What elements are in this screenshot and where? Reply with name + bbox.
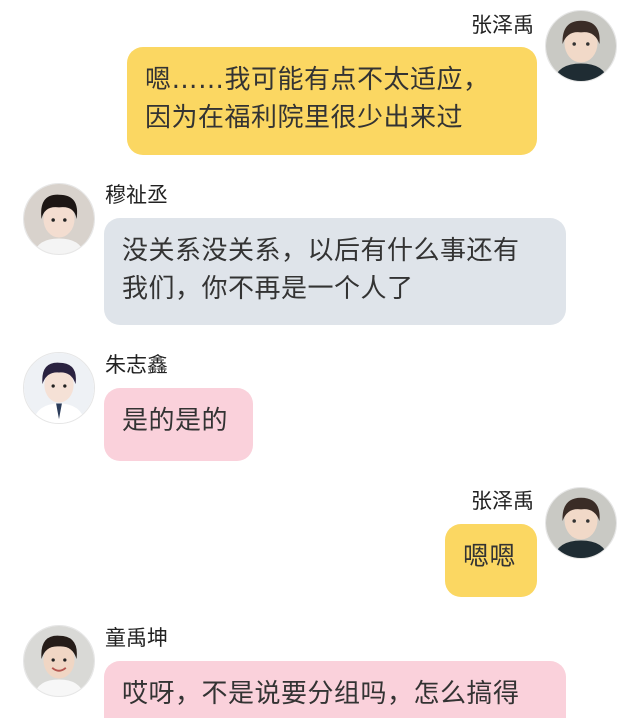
- message-text-line: 嗯嗯: [463, 542, 517, 572]
- message-bubble: 嗯嗯: [445, 524, 537, 597]
- message-text-line: 没关系没关系，以后有什么事还有: [122, 236, 520, 266]
- boy-avatar-smiling-icon[interactable]: [23, 625, 95, 697]
- message-text-line: 我们，你不再是一个人了: [122, 274, 414, 304]
- message-text-line: 哎呀，不是说要分组吗，怎么搞得: [122, 679, 520, 709]
- message-bubble: 嗯……我可能有点不太适应， 因为在福利院里很少出来过: [127, 47, 537, 155]
- sender-name: 张泽禹: [471, 489, 534, 513]
- chat-screen: 张泽禹 嗯……我可能有点不太适应， 因为在福利院里很少出来过 穆祉丞 没关系没关…: [0, 0, 640, 718]
- message-bubble: 没关系没关系，以后有什么事还有 我们，你不再是一个人了: [104, 218, 566, 325]
- sender-name: 朱志鑫: [105, 353, 168, 377]
- message-text-line: 嗯……我可能有点不太适应，: [145, 65, 490, 95]
- message-bubble: 是的是的: [104, 388, 253, 461]
- sender-name: 童禹坤: [105, 626, 168, 650]
- message-text-line: 是的是的: [122, 406, 229, 436]
- message-text-line: 因为在福利院里很少出来过: [145, 103, 464, 133]
- sender-name: 张泽禹: [471, 13, 534, 37]
- sender-name: 穆祉丞: [105, 183, 168, 207]
- boy-avatar-dark-shirt-icon[interactable]: [545, 487, 617, 559]
- boy-avatar-icon[interactable]: [23, 183, 95, 255]
- boy-avatar-white-shirt-icon[interactable]: [23, 352, 95, 424]
- message-bubble: 哎呀，不是说要分组吗，怎么搞得: [104, 661, 566, 718]
- boy-avatar-dark-shirt-icon[interactable]: [545, 10, 617, 82]
